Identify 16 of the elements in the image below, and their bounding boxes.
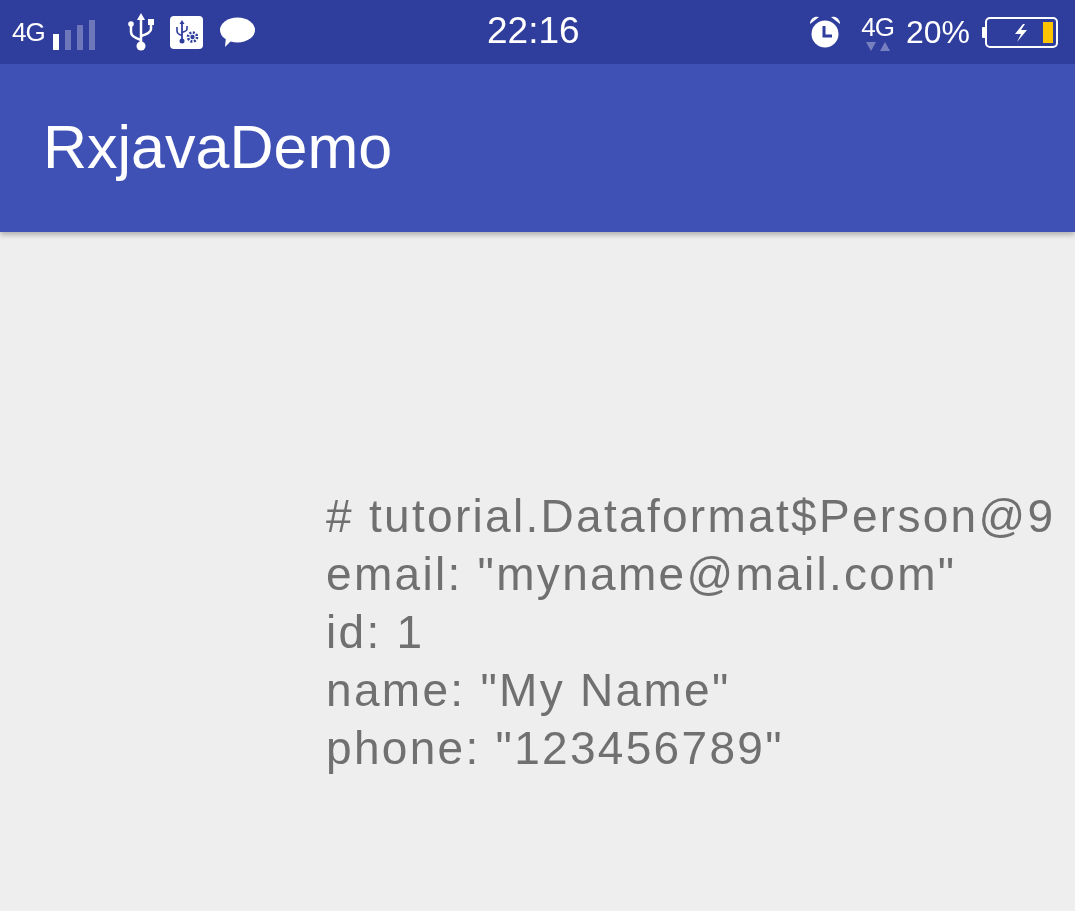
text-line: name: "My Name": [326, 663, 731, 718]
network-type: 4G: [861, 13, 894, 40]
speech-bubble-icon: [219, 17, 255, 47]
battery-percent: 20%: [905, 16, 970, 48]
text-line: email: "myname@mail.com": [326, 547, 957, 602]
text-line: phone: "123456789": [326, 721, 784, 776]
usb-settings-icon: [169, 15, 203, 49]
usb-icon: [127, 13, 154, 51]
clock-time: 22:16: [487, 12, 580, 49]
signal-bars-icon: [52, 20, 95, 50]
text-line: # tutorial.Dataformat$Person@9: [326, 489, 1056, 544]
alarm-clock-icon: [808, 15, 843, 49]
battery-icon: [982, 16, 1058, 48]
network-type: 4G: [12, 19, 45, 45]
text-line: id: 1: [326, 605, 425, 660]
data-arrows-icon: [865, 41, 890, 51]
